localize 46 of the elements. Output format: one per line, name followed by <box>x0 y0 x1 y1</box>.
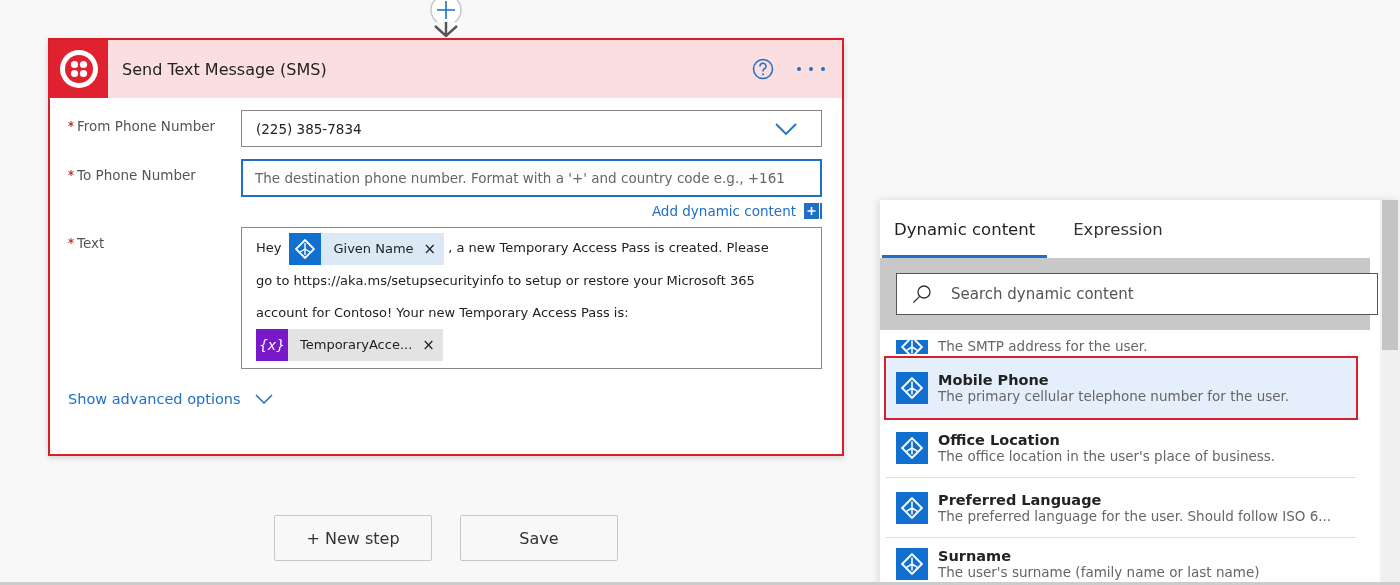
token-chip[interactable]: Given Name × <box>289 232 445 265</box>
field-label: To Phone Number <box>77 167 196 183</box>
help-icon[interactable] <box>752 58 774 80</box>
item-description: The user's surname (family name or last name) <box>938 564 1260 580</box>
add-dynamic-content-link[interactable]: Add dynamic content <box>651 203 796 219</box>
message-text: go to https://aka.ms/setupsecurityinfo to setup or restore your Microsoft 365 <box>256 271 755 290</box>
directory-icon <box>896 491 928 524</box>
message-text: Hey <box>256 239 282 257</box>
arrow-down-icon <box>433 22 459 38</box>
search-field[interactable]: Search dynamic content <box>896 273 1378 315</box>
show-advanced-options-link[interactable]: Show advanced options <box>68 391 241 407</box>
dynamic-content-item[interactable]: Office Location The office location in the user's place of business. <box>886 418 1356 478</box>
new-step-button[interactable]: + New step <box>274 515 432 561</box>
dynamic-content-item[interactable]: Mobile Phone The primary cellular telephone number for the user. <box>886 358 1356 418</box>
more-options-icon[interactable] <box>796 66 826 72</box>
item-description: The SMTP address for the user. <box>938 338 1148 354</box>
token-chip[interactable]: {x} TemporaryAcce... × <box>256 329 443 361</box>
chevron-down-icon[interactable] <box>254 394 273 404</box>
variable-icon: {x} <box>256 329 288 361</box>
directory-icon <box>896 372 928 404</box>
panel-tab[interactable]: Expression <box>1061 200 1175 258</box>
field-label: Text <box>77 235 105 251</box>
add-step-icon[interactable] <box>429 0 463 22</box>
dynamic-content-item[interactable]: Surname The user's surname (family name or last name) <box>886 538 1356 582</box>
field-label: From Phone Number <box>77 118 216 134</box>
message-text: , a new Temporary Access Pass is created. Please <box>448 239 769 257</box>
item-description: The preferred language for the user. Should follow ISO 6... <box>938 507 1332 524</box>
plus-icon[interactable] <box>804 203 822 219</box>
item-description: The office location in the user's place of business. <box>938 447 1276 464</box>
phone-input-field[interactable]: The destination phone number. Format with a '+' and country code e.g., +161 <box>241 159 822 197</box>
chevron-down-icon <box>775 122 797 135</box>
scrollbar[interactable] <box>1380 200 1400 582</box>
save-button[interactable]: Save <box>460 515 618 561</box>
directory-icon <box>289 232 322 265</box>
message-text-field[interactable] <box>241 227 822 369</box>
item-description: The primary cellular telephone number for the user. <box>938 388 1290 404</box>
phone-dropdown[interactable]: (225) 385-7834 <box>241 110 822 147</box>
dynamic-content-item[interactable]: Preferred Language The preferred language for the user. Should follow ISO 6... <box>886 478 1356 538</box>
search-icon <box>912 284 932 304</box>
item-title: Office Location <box>938 431 1061 448</box>
item-title: Preferred Language <box>938 491 1103 508</box>
message-text: account for Contoso! Your new Temporary Access Pass is: <box>256 303 629 322</box>
directory-icon <box>896 431 928 464</box>
item-title: Mobile Phone <box>938 372 1050 388</box>
card-title: Send Text Message (SMS) <box>122 59 328 79</box>
item-title: Surname <box>938 548 1012 564</box>
